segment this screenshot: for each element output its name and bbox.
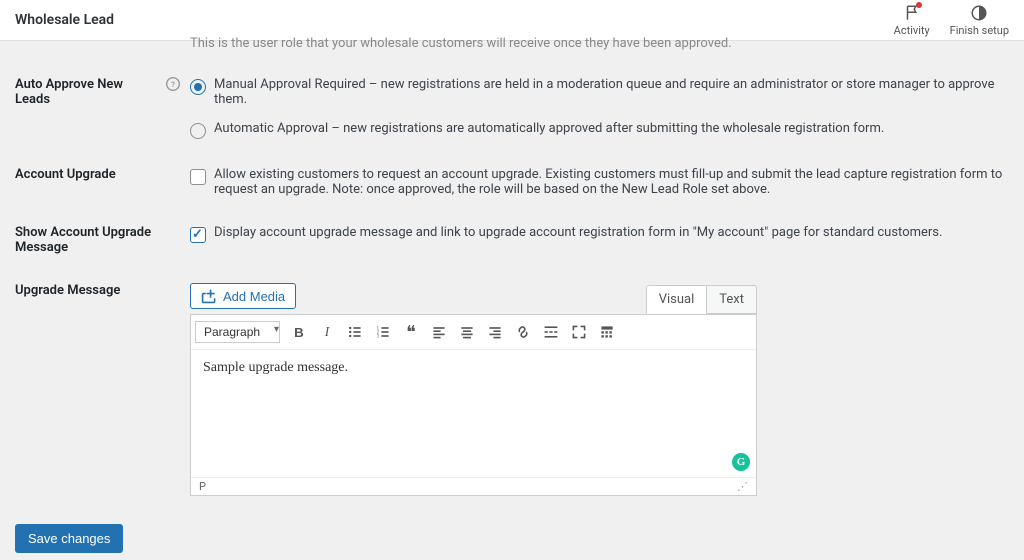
radio-manual-approval[interactable]: Manual Approval Required – new registrat…	[190, 77, 1009, 107]
add-media-button[interactable]: Add Media	[190, 283, 296, 309]
checkbox-show-upgrade-message[interactable]: Display account upgrade message and link…	[190, 225, 1009, 243]
link-button[interactable]	[510, 319, 536, 345]
field-upgrade-message: Upgrade Message Add Media Visual Text	[15, 265, 1009, 506]
account-upgrade-label: Account Upgrade	[15, 167, 116, 182]
checkbox-account-upgrade-input[interactable]	[190, 169, 206, 185]
finish-setup-label: Finish setup	[950, 24, 1009, 37]
radio-automatic-input[interactable]	[190, 123, 206, 139]
checkbox-account-upgrade-text: Allow existing customers to request an a…	[214, 167, 1009, 197]
flag-icon	[903, 4, 921, 22]
checkbox-show-upgrade-message-text: Display account upgrade message and link…	[214, 225, 942, 240]
show-upgrade-message-label: Show Account Upgrade Message	[15, 225, 190, 255]
radio-manual-text: Manual Approval Required – new registrat…	[214, 77, 1009, 107]
upgrade-message-label: Upgrade Message	[15, 283, 120, 298]
notification-dot	[916, 2, 922, 8]
editor-text: Sample upgrade message.	[203, 360, 348, 375]
tab-visual[interactable]: Visual	[646, 285, 707, 314]
activity-label: Activity	[894, 24, 930, 37]
bold-button[interactable]: B	[286, 319, 312, 345]
radio-manual-input[interactable]	[190, 79, 206, 95]
read-more-button[interactable]	[538, 319, 564, 345]
numbered-list-button[interactable]: 123	[370, 319, 396, 345]
tab-text[interactable]: Text	[706, 285, 757, 314]
activity-action[interactable]: Activity	[894, 4, 930, 37]
add-media-text: Add Media	[223, 289, 285, 304]
editor-path: P	[199, 480, 206, 493]
format-select[interactable]: Paragraph	[195, 321, 280, 343]
previous-field-help: This is the user role that your wholesal…	[15, 36, 1009, 59]
radio-automatic-text: Automatic Approval – new registrations a…	[214, 121, 884, 136]
field-account-upgrade: Account Upgrade Allow existing customers…	[15, 149, 1009, 207]
editor-content[interactable]: Sample upgrade message. G	[191, 350, 756, 477]
bullet-list-button[interactable]	[342, 319, 368, 345]
page-title: Wholesale Lead	[15, 12, 114, 28]
grammarly-icon[interactable]: G	[732, 453, 750, 471]
fullscreen-button[interactable]	[566, 319, 592, 345]
circle-half-icon	[970, 4, 988, 22]
editor-toolbar: Paragraph B I 123 ❝	[191, 315, 756, 350]
italic-button[interactable]: I	[314, 319, 340, 345]
blockquote-button[interactable]: ❝	[398, 319, 424, 345]
finish-setup-action[interactable]: Finish setup	[950, 4, 1009, 37]
checkbox-account-upgrade[interactable]: Allow existing customers to request an a…	[190, 167, 1009, 197]
save-changes-button[interactable]: Save changes	[15, 524, 123, 553]
resize-handle[interactable]: ⋰	[737, 480, 748, 493]
checkbox-show-upgrade-message-input[interactable]	[190, 227, 206, 243]
auto-approve-label: Auto Approve New Leads	[15, 77, 160, 107]
align-center-button[interactable]	[454, 319, 480, 345]
field-auto-approve: Auto Approve New Leads ? Manual Approval…	[15, 59, 1009, 149]
toolbar-toggle-button[interactable]	[594, 319, 620, 345]
help-icon[interactable]: ?	[166, 77, 180, 95]
radio-automatic-approval[interactable]: Automatic Approval – new registrations a…	[190, 121, 1009, 139]
media-icon	[201, 288, 217, 304]
top-header: Wholesale Lead Activity Finish setup	[0, 0, 1024, 41]
align-left-button[interactable]	[426, 319, 452, 345]
align-right-button[interactable]	[482, 319, 508, 345]
svg-text:3: 3	[377, 335, 380, 340]
svg-text:?: ?	[171, 80, 175, 89]
field-show-upgrade-message: Show Account Upgrade Message Display acc…	[15, 207, 1009, 265]
